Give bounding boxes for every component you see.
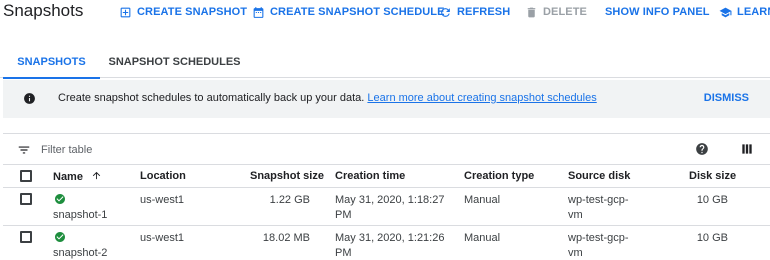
cell-source-disk-line-2: vm <box>568 209 583 221</box>
column-header-location[interactable]: Location <box>140 170 186 182</box>
check-circle-icon <box>55 232 65 242</box>
delete-button[interactable]: DELETE <box>525 4 587 20</box>
tab-bar: SNAPSHOTS SNAPSHOT SCHEDULES <box>0 46 770 79</box>
cell-creation-time-line-1: May 31, 2020, 1:18:27 <box>335 194 445 206</box>
snapshot-name-link[interactable]: snapshot-2 <box>53 246 107 260</box>
toolbar: Snapshots CREATE SNAPSHOT CREATE SNAPSHO… <box>0 0 770 24</box>
create-snapshot-schedule-button[interactable]: CREATE SNAPSHOT SCHEDULE <box>252 4 445 20</box>
column-header-creation-time[interactable]: Creation time <box>335 170 405 182</box>
check-circle-icon <box>55 194 65 204</box>
tab-snapshots-label: SNAPSHOTS <box>17 56 86 68</box>
refresh-icon <box>441 7 450 17</box>
cell-snapshot-size: 18.02 MB <box>262 232 310 244</box>
row-checkbox[interactable] <box>20 193 32 205</box>
cell-location: us-west1 <box>140 232 185 244</box>
page-title: Snapshots <box>3 1 84 20</box>
help-icon[interactable] <box>695 142 709 156</box>
dismiss-button[interactable]: DISMISS <box>704 92 749 104</box>
cell-snapshot-size: 1.22 GB <box>269 194 310 206</box>
learn-button[interactable]: LEARN <box>719 4 770 20</box>
filter-icon <box>18 146 30 154</box>
cell-creation-time-line-2: PM <box>335 209 352 221</box>
delete-label: DELETE <box>543 6 587 18</box>
column-header-name[interactable]: Name <box>53 170 102 183</box>
cell-source-disk-line-2: vm <box>568 247 583 259</box>
cell-source-disk[interactable]: wp-test-gcp- vm <box>568 231 629 260</box>
refresh-button[interactable]: REFRESH <box>439 4 510 20</box>
column-header-disk-size[interactable]: Disk size <box>689 170 736 182</box>
tab-snapshot-schedules-label: SNAPSHOT SCHEDULES <box>108 56 241 68</box>
column-header-source-disk[interactable]: Source disk <box>568 170 630 182</box>
table-header-row: Name Location Snapshot size Creation tim… <box>3 165 770 188</box>
banner-message: Create snapshot schedules to automatical… <box>58 92 597 104</box>
column-display-icon[interactable] <box>740 142 754 156</box>
add-box-icon <box>120 7 131 17</box>
arrow-up-icon <box>92 171 101 180</box>
cell-disk-size: 10 GB <box>696 232 728 244</box>
column-header-snapshot-size[interactable]: Snapshot size <box>250 170 324 182</box>
snapshot-name-link[interactable]: snapshot-1 <box>53 208 107 223</box>
column-header-creation-type[interactable]: Creation type <box>464 170 534 182</box>
info-banner: Create snapshot schedules to automatical… <box>3 80 770 118</box>
learn-label: LEARN <box>737 6 770 18</box>
cell-creation-time-line-1: May 31, 2020, 1:21:26 <box>335 232 445 244</box>
table-row[interactable]: snapshot-2 us-west1 18.02 MB May 31, 202… <box>3 226 770 260</box>
show-info-panel-button[interactable]: SHOW INFO PANEL <box>605 4 710 20</box>
table-row[interactable]: snapshot-1 us-west1 1.22 GB May 31, 2020… <box>3 188 770 226</box>
cell-source-disk-line-1: wp-test-gcp- <box>568 232 629 244</box>
column-header-name-label: Name <box>53 171 83 183</box>
cell-creation-time: May 31, 2020, 1:21:26 PM <box>335 231 444 260</box>
cell-creation-type: Manual <box>464 194 501 206</box>
info-icon <box>24 93 35 104</box>
tab-snapshots[interactable]: SNAPSHOTS <box>3 46 100 79</box>
cell-location: us-west1 <box>140 194 185 206</box>
row-checkbox[interactable] <box>20 231 32 243</box>
cell-creation-time-line-2: PM <box>335 247 352 259</box>
filter-bar <box>3 133 770 165</box>
select-all-checkbox[interactable] <box>20 170 32 182</box>
cell-creation-type: Manual <box>464 232 501 244</box>
tab-snapshot-schedules[interactable]: SNAPSHOT SCHEDULES <box>108 46 241 78</box>
create-snapshot-schedule-label: CREATE SNAPSHOT SCHEDULE <box>270 6 445 18</box>
create-snapshot-button[interactable]: CREATE SNAPSHOT <box>119 4 247 20</box>
banner-learn-more-link[interactable]: Learn more about creating snapshot sched… <box>367 92 596 104</box>
filter-input[interactable] <box>41 141 341 159</box>
trash-icon <box>527 7 536 17</box>
cell-disk-size: 10 GB <box>696 194 728 206</box>
snapshots-table: Name Location Snapshot size Creation tim… <box>3 165 770 260</box>
show-info-panel-label: SHOW INFO PANEL <box>605 6 710 18</box>
refresh-label: REFRESH <box>457 6 511 18</box>
create-snapshot-label: CREATE SNAPSHOT <box>137 6 248 18</box>
calendar-icon <box>253 6 264 18</box>
cell-creation-time: May 31, 2020, 1:18:27 PM <box>335 193 444 223</box>
cell-source-disk-line-1: wp-test-gcp- <box>568 194 629 206</box>
banner-text: Create snapshot schedules to automatical… <box>58 92 365 104</box>
school-icon <box>719 7 732 17</box>
cell-source-disk[interactable]: wp-test-gcp- vm <box>568 193 629 223</box>
